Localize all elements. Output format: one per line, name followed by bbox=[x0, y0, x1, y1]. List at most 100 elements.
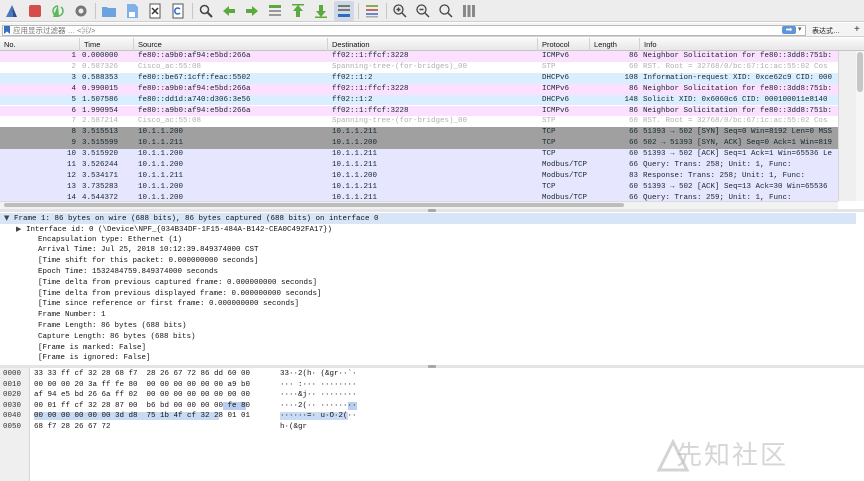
toolbar-separator bbox=[192, 2, 193, 19]
packet-row[interactable]: 6 1.990954 fe80::a9b0:af94:e5bd:266a ff02::… bbox=[0, 105, 838, 117]
hex-ascii[interactable]: h·(&gr bbox=[280, 422, 307, 433]
packet-cell-dst: 10.1.1.211 bbox=[332, 128, 378, 137]
hex-ascii[interactable]: ····2(·· ········ bbox=[280, 401, 357, 412]
column-header-time[interactable]: Time bbox=[80, 38, 134, 51]
detail-tree-item[interactable]: ▶ Interface id: 0 (\Device\NPF_{034B34DF-… bbox=[0, 224, 856, 235]
detail-tree-item[interactable]: Encapsulation type: Ethernet (1) bbox=[0, 235, 856, 246]
packet-row[interactable]: 4 0.990015 fe80::a9b0:af94:e5bd:266a ff02::… bbox=[0, 83, 838, 95]
hex-ascii[interactable]: 33··2(h· (&gr··`· bbox=[280, 369, 357, 380]
packet-row[interactable]: 8 3.515513 10.1.1.200 10.1.1.211 TCP 66 51393 … bbox=[0, 127, 838, 139]
packet-row[interactable]: 5 1.507586 fe80::dd1d:a740:d306:3e56 ff02::… bbox=[0, 94, 838, 106]
packet-row[interactable]: 2 0.587326 Cisco_ac:55:08 Spanning-tree-(fo… bbox=[0, 61, 838, 73]
packet-cell-no: 2 bbox=[71, 62, 76, 71]
collapsed-arrow-icon[interactable]: ▶ bbox=[16, 224, 26, 235]
column-header-protocol[interactable]: Protocol bbox=[538, 38, 590, 51]
packet-cell-src: Cisco_ac:55:08 bbox=[138, 62, 202, 71]
detail-tree-item[interactable]: [Time shift for this packet: 0.000000000… bbox=[0, 256, 856, 267]
packet-cell-len: 66 bbox=[628, 161, 638, 169]
packet-row[interactable]: 7 2.587214 Cisco_ac:55:08 Spanning-tree-(fo… bbox=[0, 116, 838, 128]
packet-cell-proto: ICMPv6 bbox=[542, 52, 570, 60]
packet-cell-info: Neighbor Solicitation for fe80::3dd8:751… bbox=[643, 106, 833, 115]
packet-cell-time: 2.587214 bbox=[82, 117, 119, 126]
packet-cell-info: Neighbor Solicitation for fe80::3dd8:751… bbox=[643, 52, 833, 60]
detail-tree-item[interactable]: Arrival Time: Jul 25, 2018 10:12:39.8493… bbox=[0, 245, 856, 256]
packet-cell-time: 3.735283 bbox=[82, 182, 119, 191]
column-header-source[interactable]: Source bbox=[134, 38, 328, 51]
chevron-down-icon[interactable]: ▾ bbox=[798, 25, 802, 33]
back-arrow-icon[interactable] bbox=[219, 1, 239, 21]
display-filter-input[interactable] bbox=[2, 25, 806, 36]
save-file-icon[interactable] bbox=[122, 1, 142, 21]
restart-icon[interactable] bbox=[48, 1, 68, 21]
shark-fin-icon[interactable] bbox=[2, 1, 22, 21]
detail-tree-item[interactable]: Epoch Time: 1532484759.849374000 seconds bbox=[0, 267, 856, 278]
expanded-arrow-icon[interactable]: ▼ bbox=[4, 213, 14, 224]
forward-arrow-icon[interactable] bbox=[242, 1, 262, 21]
detail-tree-item[interactable]: ▼ Frame 1: 86 bytes on wire (688 bits), 8… bbox=[0, 213, 856, 224]
packet-row[interactable]: 1 0.000000 fe80::a9b0:af94:e5bd:266a ff02::… bbox=[0, 51, 838, 62]
hex-ascii[interactable]: ··· :··· ········ bbox=[280, 380, 357, 391]
zoom-out-icon[interactable] bbox=[413, 1, 433, 21]
apply-filter-button[interactable]: ➡ bbox=[782, 26, 796, 34]
zoom-in-icon[interactable] bbox=[390, 1, 410, 21]
hex-bytes[interactable]: 00 00 00 20 3a ff fe 80 00 00 00 00 00 0… bbox=[34, 380, 250, 391]
packet-cell-no: 8 bbox=[71, 128, 76, 137]
hex-bytes[interactable]: 00 00 00 00 00 00 3d d8 75 1b 4f cf 32 2… bbox=[34, 411, 250, 422]
packet-row[interactable]: 12 3.534171 10.1.1.211 10.1.1.200 Modbus/TCP… bbox=[0, 170, 838, 182]
reload-icon[interactable] bbox=[168, 1, 188, 21]
packet-cell-dst: 10.1.1.211 bbox=[332, 161, 378, 169]
packet-cell-proto: Modbus/TCP bbox=[542, 193, 588, 201]
colorize-icon[interactable] bbox=[362, 1, 382, 21]
detail-text: Frame 1: 86 bytes on wire (688 bits), 86… bbox=[14, 215, 379, 223]
stop-icon[interactable] bbox=[25, 1, 45, 21]
goto-packet-icon[interactable] bbox=[265, 1, 285, 21]
normal-size-icon[interactable] bbox=[436, 1, 456, 21]
packet-cell-len: 60 bbox=[628, 117, 638, 126]
column-header-no[interactable]: No. bbox=[0, 38, 80, 51]
packet-row[interactable]: 9 3.515599 10.1.1.211 10.1.1.200 TCP 66 502 → … bbox=[0, 138, 838, 150]
packet-row[interactable]: 11 3.526244 10.1.1.200 10.1.1.211 Modbus/TCP… bbox=[0, 160, 838, 171]
hex-bytes[interactable]: 68 f7 28 26 67 72 bbox=[34, 422, 111, 433]
find-icon[interactable] bbox=[196, 1, 216, 21]
bookmark-icon[interactable] bbox=[4, 26, 10, 34]
detail-tree-item[interactable]: [Time delta from previous displayed fram… bbox=[0, 289, 856, 300]
packet-cell-proto: Modbus/TCP bbox=[542, 161, 588, 169]
packet-list-scroll-thumb[interactable] bbox=[857, 52, 863, 92]
hex-bytes[interactable]: 33 33 ff cf 32 28 68 f7 28 26 67 72 86 d… bbox=[34, 369, 250, 380]
detail-tree-item[interactable]: Capture Length: 86 bytes (688 bits) bbox=[0, 332, 856, 343]
packet-row[interactable]: 10 3.515920 10.1.1.200 10.1.1.211 TCP 60 51393… bbox=[0, 149, 838, 160]
display-filter-bar: ➡ ▾ 表达式… + bbox=[0, 23, 864, 37]
detail-tree-item[interactable]: Frame Length: 86 bytes (688 bits) bbox=[0, 321, 856, 332]
detail-text: Encapsulation type: Ethernet (1) bbox=[38, 235, 183, 244]
hex-ascii[interactable]: ······=· u·O·2(·· bbox=[280, 411, 357, 422]
detail-tree-item[interactable]: [Frame is marked: False] bbox=[0, 343, 856, 354]
packet-cell-dst: 10.1.1.211 bbox=[332, 193, 378, 201]
detail-tree-item[interactable]: [Time since reference or first frame: 0.… bbox=[0, 299, 856, 310]
resize-columns-icon[interactable] bbox=[459, 1, 479, 21]
close-file-icon[interactable] bbox=[145, 1, 165, 21]
packet-row[interactable]: 14 4.544372 10.1.1.200 10.1.1.211 Modbus/TCP… bbox=[0, 192, 838, 201]
detail-tree-item[interactable]: [Time delta from previous captured frame… bbox=[0, 278, 856, 289]
packet-row[interactable]: 13 3.735283 10.1.1.200 10.1.1.211 TCP 60 51393… bbox=[0, 181, 838, 193]
hex-bytes[interactable]: af 94 e5 bd 26 6a ff 02 00 00 00 00 00 0… bbox=[34, 390, 250, 401]
packet-row[interactable]: 3 0.588353 fe80::be67:1cff:feac:5502 ff02::… bbox=[0, 72, 838, 84]
first-packet-icon[interactable] bbox=[288, 1, 308, 21]
open-folder-icon[interactable] bbox=[99, 1, 119, 21]
watermark: 先知社区 bbox=[676, 441, 789, 471]
packet-minimap[interactable] bbox=[838, 51, 856, 201]
options-gear-icon[interactable] bbox=[71, 1, 91, 21]
column-header-length[interactable]: Length bbox=[590, 38, 640, 51]
detail-tree-item[interactable]: [Frame is ignored: False] bbox=[0, 353, 856, 364]
hex-bytes[interactable]: 00 01 ff cf 32 28 87 00 b6 bd 00 00 00 0… bbox=[34, 401, 250, 412]
detail-text: [Time delta from previous captured frame… bbox=[38, 278, 318, 287]
last-packet-icon[interactable] bbox=[311, 1, 331, 21]
expression-button[interactable]: 表达式… bbox=[812, 26, 840, 36]
add-filter-button[interactable]: + bbox=[854, 24, 860, 35]
detail-tree-item[interactable]: Frame Number: 1 bbox=[0, 310, 856, 321]
autoscroll-icon[interactable] bbox=[334, 0, 354, 21]
hex-ascii[interactable]: ····&j·· ········ bbox=[280, 390, 357, 401]
packet-cell-len: 86 bbox=[628, 106, 638, 115]
column-header-info[interactable]: Info bbox=[640, 38, 864, 51]
packet-list-hscroll-thumb[interactable] bbox=[4, 203, 624, 207]
column-header-destination[interactable]: Destination bbox=[328, 38, 538, 51]
